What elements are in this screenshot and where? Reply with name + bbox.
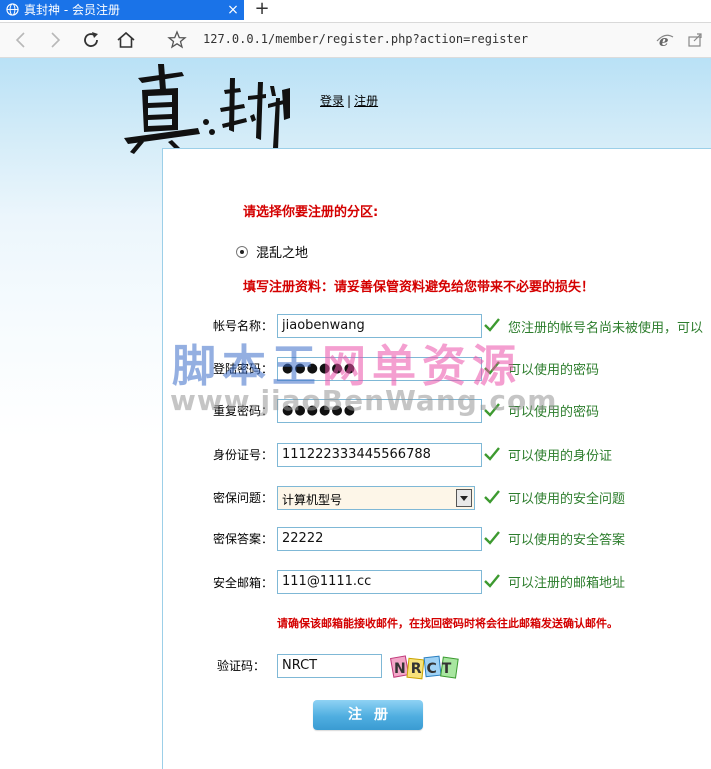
id-number-label: 身份证号： bbox=[213, 448, 274, 462]
email-notice: 请确保该邮箱能接收邮件，在找回密码时将会往此邮箱发送确认邮件。 bbox=[277, 617, 618, 630]
address-url[interactable]: 127.0.0.1/member/register.php?action=reg… bbox=[203, 32, 528, 46]
security-answer-label: 密保答案： bbox=[213, 532, 274, 546]
check-icon bbox=[484, 447, 500, 461]
ie-mode-icon[interactable]: e bbox=[654, 29, 676, 51]
refresh-icon[interactable] bbox=[80, 29, 102, 51]
tab-title: 真封神 - 会员注册 bbox=[24, 3, 120, 17]
check-icon bbox=[484, 574, 500, 588]
security-question-select[interactable]: 计算机型号 bbox=[277, 486, 475, 510]
id-number-input[interactable]: 111222333445566788 bbox=[277, 443, 482, 467]
watermark-url: www.jiaoBenWang.com bbox=[170, 384, 558, 417]
security-question-label: 密保问题： bbox=[213, 491, 274, 505]
security-question-hint: 可以使用的安全问题 bbox=[508, 492, 626, 507]
id-number-hint: 可以使用的身份证 bbox=[508, 449, 613, 464]
back-arrow-icon[interactable] bbox=[10, 29, 32, 51]
account-hint: 您注册的帐号名尚未被使用，可以 bbox=[508, 321, 704, 336]
captcha-input[interactable]: NRCT bbox=[277, 654, 382, 678]
info-title: 填写注册资料：请妥善保管资料避免给您带来不必要的损失！ bbox=[243, 280, 595, 295]
register-submit-button[interactable]: 注册 bbox=[313, 700, 423, 730]
email-hint: 可以注册的邮箱地址 bbox=[508, 576, 626, 591]
security-answer-input[interactable]: 22222 bbox=[277, 527, 482, 551]
captcha-label: 验证码： bbox=[216, 659, 265, 673]
zone-title: 请选择你要注册的分区: bbox=[243, 205, 379, 220]
email-input[interactable]: 111@1111.cc bbox=[277, 570, 482, 594]
forward-arrow-icon[interactable] bbox=[44, 29, 66, 51]
captcha-image[interactable]: NRCT bbox=[390, 652, 460, 682]
check-icon bbox=[484, 531, 500, 545]
captcha-image-text: NRCT bbox=[394, 661, 456, 677]
login-link[interactable]: 登录 bbox=[320, 94, 344, 108]
top-links: 登录 | 注册 bbox=[320, 92, 378, 109]
new-tab-button[interactable]: + bbox=[252, 0, 272, 20]
register-link[interactable]: 注册 bbox=[354, 94, 378, 108]
chevron-down-icon[interactable] bbox=[456, 489, 472, 507]
address-toolbar: 127.0.0.1/member/register.php?action=reg… bbox=[0, 23, 711, 58]
browser-tab-bar: 真封神 - 会员注册 × + bbox=[0, 0, 711, 23]
browser-tab[interactable]: 真封神 - 会员注册 × bbox=[0, 0, 244, 20]
share-icon[interactable] bbox=[684, 29, 706, 51]
globe-icon bbox=[6, 3, 19, 16]
zone-option-label: 混乱之地 bbox=[256, 246, 309, 261]
home-icon[interactable] bbox=[115, 29, 137, 51]
security-question-value: 计算机型号 bbox=[282, 493, 343, 507]
link-separator: | bbox=[347, 94, 352, 108]
favorite-star-icon[interactable] bbox=[166, 29, 188, 51]
site-logo bbox=[124, 64, 290, 155]
zone-radio[interactable] bbox=[236, 246, 248, 258]
zone-option[interactable]: 混乱之地 bbox=[236, 242, 308, 261]
security-answer-hint: 可以使用的安全答案 bbox=[508, 533, 626, 548]
email-label: 安全邮箱： bbox=[213, 576, 274, 590]
close-icon[interactable]: × bbox=[225, 0, 241, 20]
check-icon bbox=[484, 490, 500, 504]
